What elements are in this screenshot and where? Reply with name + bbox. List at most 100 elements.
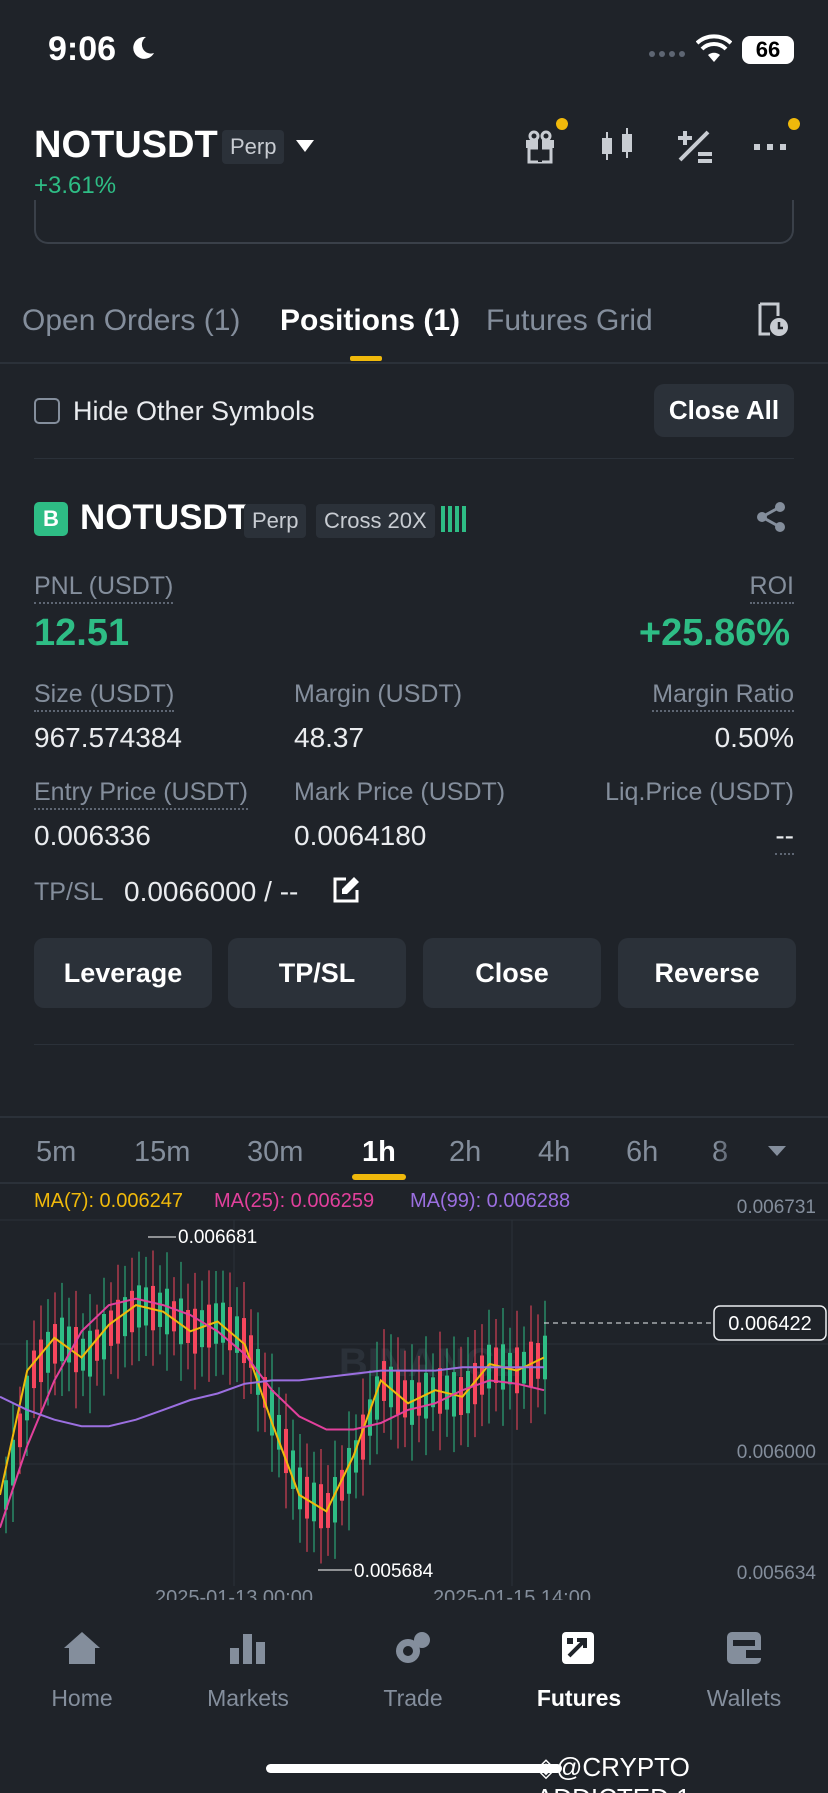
- close-position-button[interactable]: Close: [423, 938, 601, 1008]
- tpsl-value: 0.0066000 / --: [124, 876, 299, 907]
- mark-price-label: Mark Price (USDT): [294, 778, 506, 806]
- notification-dot: [788, 118, 800, 130]
- liq-price-label: Liq.Price (USDT): [605, 778, 794, 806]
- margin-ratio-label[interactable]: Margin Ratio: [652, 680, 794, 712]
- more-button[interactable]: [752, 118, 800, 169]
- price-chart[interactable]: BINANCE 0.006681 0.005684 0.006422 0.006…: [0, 1180, 828, 1600]
- bar-chart-icon: [230, 1634, 265, 1664]
- trade-icon: [396, 1632, 430, 1663]
- position-contract-tag: Perp: [244, 504, 307, 538]
- nav-futures[interactable]: Futures: [524, 1630, 634, 1712]
- nav-label: Markets: [207, 1685, 289, 1711]
- roi-label[interactable]: ROI: [749, 572, 794, 604]
- wallet-icon: [727, 1632, 761, 1664]
- watermark-text: ◈@CRYPTO ADDICTED 1: [536, 1752, 691, 1793]
- nav-wallets[interactable]: Wallets: [689, 1630, 799, 1712]
- tpsl-button[interactable]: TP/SL: [228, 938, 406, 1008]
- gift-icon: [526, 130, 554, 164]
- tabs-divider: [0, 362, 828, 364]
- pnl-value: 12.51: [34, 612, 130, 654]
- candle-body: [39, 1339, 43, 1383]
- adl-indicator-icon: [441, 506, 466, 532]
- close-all-button[interactable]: Close All: [654, 384, 794, 437]
- tab-active-indicator: [350, 356, 382, 361]
- nav-trade[interactable]: Trade: [358, 1630, 468, 1712]
- futures-icon: [562, 1632, 594, 1664]
- home-icon: [64, 1632, 100, 1664]
- symbol-title[interactable]: NOTUSDT: [34, 124, 218, 167]
- candle-body: [32, 1350, 36, 1389]
- leverage-button[interactable]: Leverage: [34, 938, 212, 1008]
- mark-price-value: 0.0064180: [294, 820, 427, 851]
- candle-body: [123, 1297, 127, 1337]
- calculator-icon[interactable]: [676, 128, 714, 164]
- candle-body: [53, 1324, 57, 1364]
- reverse-button[interactable]: Reverse: [618, 938, 796, 1008]
- tab-futures-grid[interactable]: Futures Grid: [486, 304, 653, 338]
- timeframe-4h[interactable]: 4h: [538, 1136, 570, 1169]
- timeframe-6h[interactable]: 6h: [626, 1136, 658, 1169]
- notification-dot: [556, 118, 568, 130]
- edit-icon[interactable]: [332, 876, 360, 904]
- liq-price-value: --: [775, 820, 794, 855]
- entry-price-label[interactable]: Entry Price (USDT): [34, 778, 248, 810]
- timeframe-30m[interactable]: 30m: [247, 1136, 303, 1169]
- battery-indicator: 66: [742, 36, 794, 64]
- candle-body: [179, 1298, 183, 1345]
- signal-icon: [649, 51, 685, 57]
- chart-watermark: BINANCE: [339, 1341, 521, 1385]
- divider: [0, 1116, 828, 1118]
- margin-value: 48.37: [294, 722, 365, 753]
- size-label[interactable]: Size (USDT): [34, 680, 175, 712]
- nav-label: Futures: [536, 1685, 622, 1711]
- tab-positions[interactable]: Positions (1): [280, 304, 460, 338]
- chevron-down-icon[interactable]: [768, 1146, 786, 1158]
- price-axis-label: 0.006731: [737, 1197, 816, 1218]
- margin-label: Margin (USDT): [294, 680, 463, 708]
- candle-body: [18, 1413, 22, 1448]
- hide-other-symbols-checkbox[interactable]: [34, 398, 60, 424]
- candle-body: [172, 1301, 176, 1332]
- price-axis-label: 0.006000: [737, 1442, 816, 1463]
- share-icon[interactable]: [754, 500, 788, 534]
- candle-body: [74, 1327, 78, 1373]
- divider: [34, 1044, 794, 1045]
- timeframe-2h[interactable]: 2h: [449, 1136, 481, 1169]
- candle-body: [102, 1313, 106, 1360]
- entry-price-value: 0.006336: [34, 820, 151, 851]
- tab-open-orders[interactable]: Open Orders (1): [22, 304, 240, 338]
- nav-markets[interactable]: Markets: [193, 1630, 303, 1712]
- gift-button[interactable]: [522, 118, 568, 169]
- nav-label: Wallets: [706, 1685, 782, 1711]
- nav-home[interactable]: Home: [27, 1630, 137, 1712]
- size-value: 967.574384: [34, 722, 182, 753]
- history-icon[interactable]: [756, 302, 790, 338]
- candle-body: [361, 1414, 365, 1460]
- current-price-label: 0.006422: [728, 1313, 811, 1335]
- candle-body: [347, 1447, 351, 1494]
- candle-body: [333, 1477, 337, 1523]
- hide-other-symbols-label[interactable]: Hide Other Symbols: [73, 396, 315, 427]
- nav-label: Trade: [383, 1685, 443, 1711]
- timeframe-5m[interactable]: 5m: [36, 1136, 76, 1169]
- candle-body: [116, 1299, 120, 1344]
- position-symbol[interactable]: NOTUSDT: [80, 498, 249, 538]
- candles: [4, 1250, 547, 1564]
- candle-body: [88, 1330, 92, 1377]
- candle-body: [375, 1376, 379, 1420]
- low-price-label: 0.005684: [354, 1561, 434, 1582]
- candlestick-chart-icon[interactable]: [598, 128, 638, 164]
- candle-body: [109, 1310, 113, 1346]
- more-icon: [754, 144, 786, 150]
- candle-body: [11, 1439, 15, 1486]
- candle-body: [95, 1329, 99, 1361]
- moon-icon: [133, 36, 154, 59]
- roi-value: +25.86%: [638, 612, 790, 654]
- candle-body: [130, 1290, 134, 1333]
- home-indicator[interactable]: [266, 1764, 562, 1773]
- pnl-label[interactable]: PNL (USDT): [34, 572, 174, 604]
- timeframe-1h[interactable]: 1h: [362, 1136, 396, 1169]
- caret-down-icon[interactable]: [296, 140, 314, 152]
- contract-tag: Perp: [222, 130, 285, 164]
- timeframe-15m[interactable]: 15m: [134, 1136, 190, 1169]
